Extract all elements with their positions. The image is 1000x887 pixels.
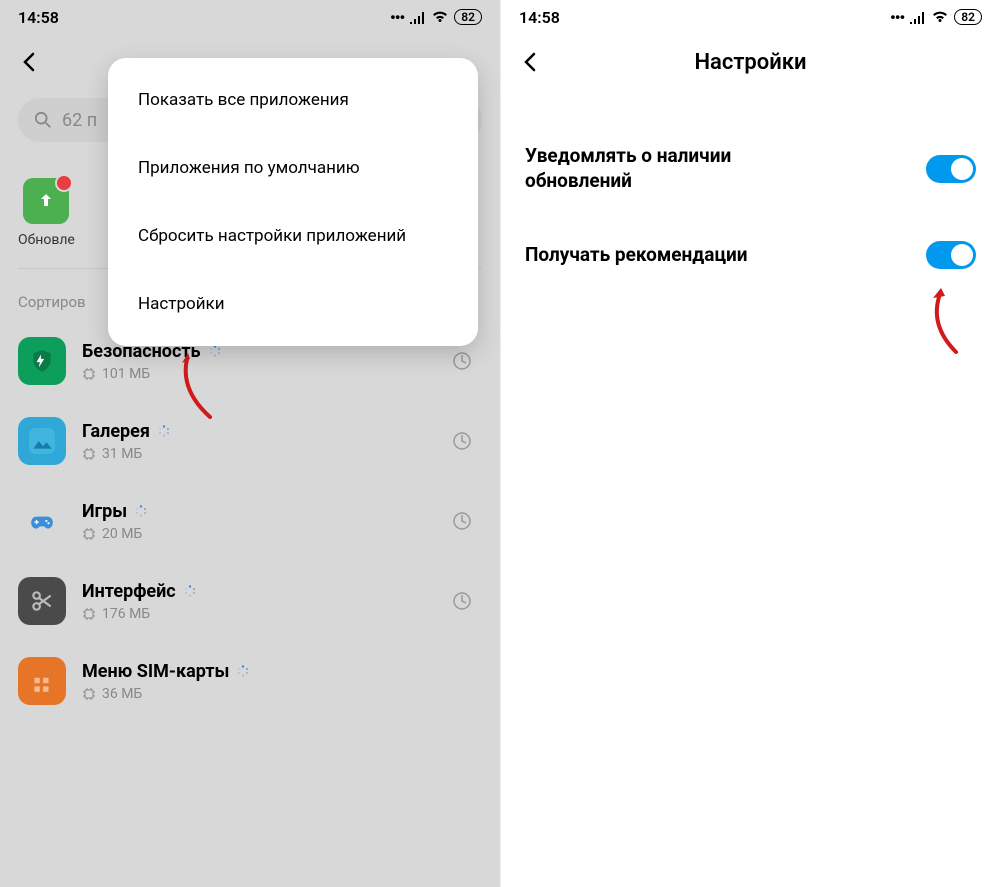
app-size: 36 МБ	[102, 686, 142, 702]
status-time: 14:58	[18, 8, 59, 27]
app-item-sim[interactable]: Меню SIM-карты 36 МБ	[18, 641, 482, 721]
signal-icon	[910, 10, 926, 24]
status-bar: 14:58 ••• 82	[0, 0, 500, 34]
popup-item-show-all[interactable]: Показать все приложения	[108, 66, 478, 134]
app-list: Безопасность 101 МБ Галерея	[0, 321, 500, 721]
loading-dots-icon	[209, 345, 221, 357]
app-size: 31 МБ	[102, 446, 142, 462]
screen-right: 14:58 ••• 82 Настройки Уведомлять о нали…	[500, 0, 1000, 887]
more-dots-icon: •••	[890, 8, 904, 27]
screen-left: 14:58 ••• 82 62 п Обновле Сортиров	[0, 0, 500, 887]
app-info: Игры 20 МБ	[82, 501, 436, 542]
app-size: 20 МБ	[102, 526, 142, 542]
setting-row-recommendations[interactable]: Получать рекомендации	[525, 217, 976, 293]
update-item[interactable]: Обновле	[18, 178, 75, 248]
chip-icon	[82, 367, 96, 381]
popup-menu: Показать все приложения Приложения по ум…	[108, 58, 478, 346]
clock-icon	[452, 431, 472, 451]
toggle-notify-updates[interactable]	[926, 155, 976, 183]
app-name: Интерфейс	[82, 581, 176, 602]
app-size: 176 МБ	[102, 606, 150, 622]
battery-badge: 82	[954, 9, 982, 25]
app-info: Меню SIM-карты 36 МБ	[82, 661, 482, 702]
app-size: 101 МБ	[102, 366, 150, 382]
gamepad-icon	[18, 497, 66, 545]
back-icon[interactable]	[18, 50, 42, 74]
chip-icon	[82, 527, 96, 541]
app-item-gallery[interactable]: Галерея 31 МБ	[18, 401, 482, 481]
app-name: Игры	[82, 501, 127, 522]
header-right: Настройки	[501, 34, 1000, 90]
search-text: 62 п	[62, 110, 97, 131]
more-dots-icon: •••	[390, 8, 404, 27]
setting-label: Получать рекомендации	[525, 243, 748, 268]
update-icon	[23, 178, 69, 224]
page-title: Настройки	[694, 50, 806, 75]
battery-badge: 82	[454, 9, 482, 25]
status-time: 14:58	[519, 8, 560, 27]
shield-icon	[18, 337, 66, 385]
app-info: Галерея 31 МБ	[82, 421, 436, 462]
toggle-recommendations[interactable]	[926, 241, 976, 269]
status-right: ••• 82	[890, 8, 982, 27]
chip-icon	[82, 607, 96, 621]
app-item-games[interactable]: Игры 20 МБ	[18, 481, 482, 561]
signal-icon	[410, 10, 426, 24]
app-info: Безопасность 101 МБ	[82, 341, 436, 382]
popup-item-default-apps[interactable]: Приложения по умолчанию	[108, 134, 478, 202]
loading-dots-icon	[158, 425, 170, 437]
setting-label: Уведомлять о наличии обновлений	[525, 144, 835, 193]
update-label: Обновле	[18, 232, 75, 248]
popup-item-settings[interactable]: Настройки	[108, 270, 478, 338]
search-icon	[34, 111, 52, 129]
scissors-icon	[18, 577, 66, 625]
wifi-icon	[432, 10, 448, 24]
clock-icon	[452, 351, 472, 371]
loading-dots-icon	[237, 665, 249, 677]
gallery-icon	[18, 417, 66, 465]
chip-icon	[82, 687, 96, 701]
settings-content: Уведомлять о наличии обновлений Получать…	[501, 90, 1000, 323]
app-name: Галерея	[82, 421, 150, 442]
status-bar: 14:58 ••• 82	[501, 0, 1000, 34]
chip-icon	[82, 447, 96, 461]
loading-dots-icon	[184, 585, 196, 597]
back-icon[interactable]	[519, 50, 543, 74]
app-name: Меню SIM-карты	[82, 661, 229, 682]
setting-row-notify-updates[interactable]: Уведомлять о наличии обновлений	[525, 120, 976, 217]
sim-icon	[18, 657, 66, 705]
app-item-interface[interactable]: Интерфейс 176 МБ	[18, 561, 482, 641]
loading-dots-icon	[135, 505, 147, 517]
clock-icon	[452, 511, 472, 531]
app-info: Интерфейс 176 МБ	[82, 581, 436, 622]
wifi-icon	[932, 10, 948, 24]
popup-item-reset[interactable]: Сбросить настройки приложений	[108, 202, 478, 270]
status-right: ••• 82	[390, 8, 482, 27]
clock-icon	[452, 591, 472, 611]
